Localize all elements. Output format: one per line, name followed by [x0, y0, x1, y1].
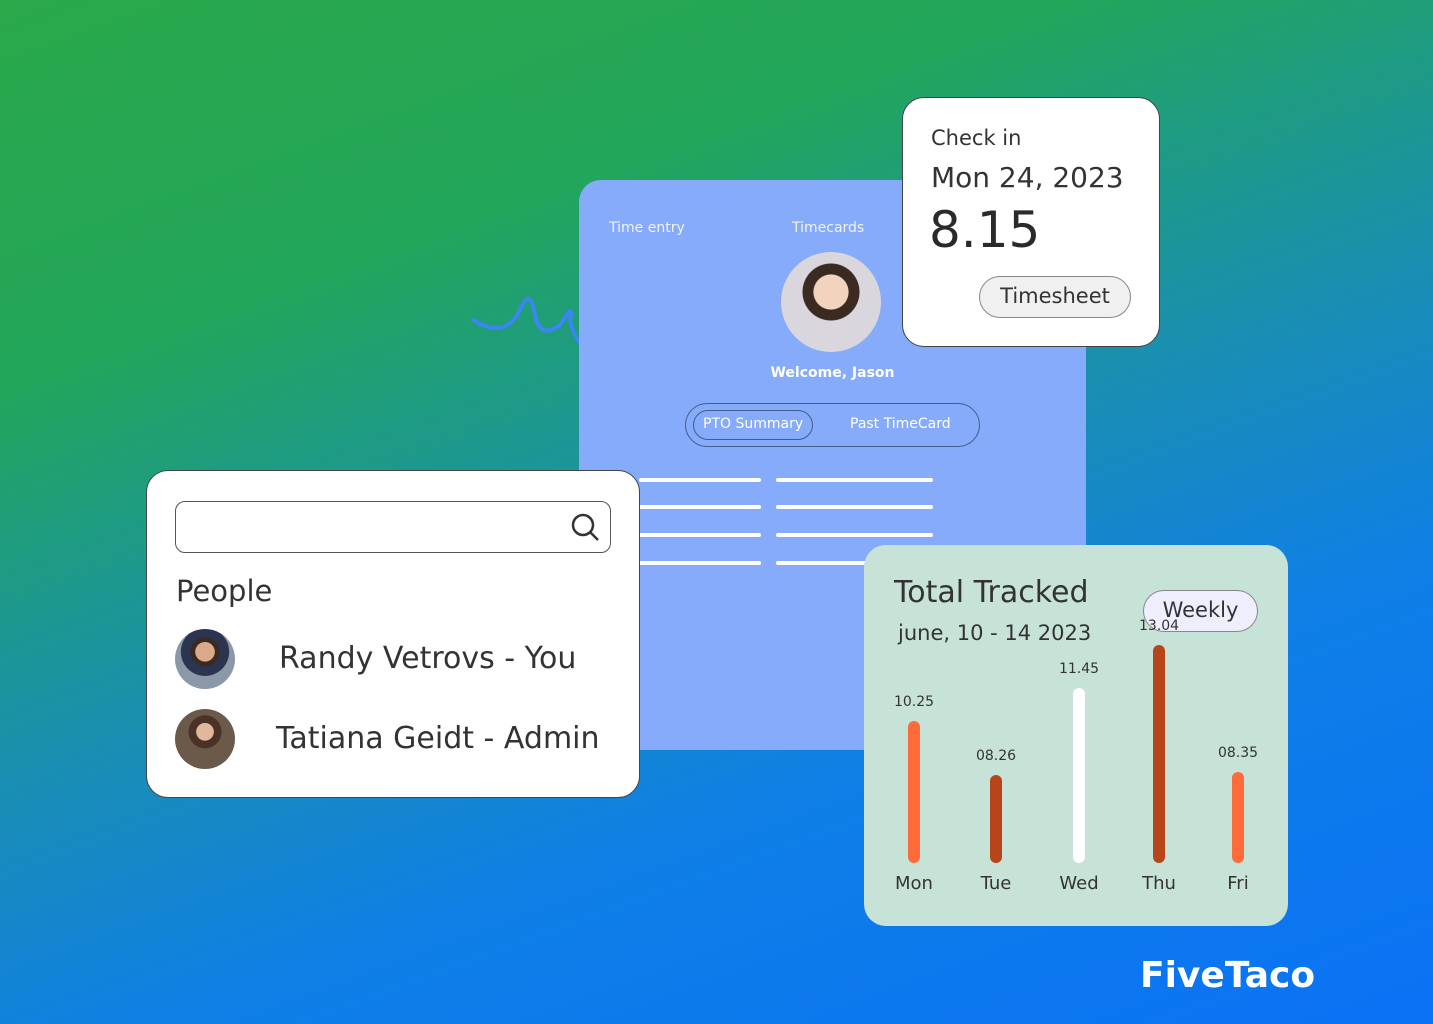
placeholder-line: [639, 478, 761, 482]
check-in-card: Check in Mon 24, 2023 8.15 Timesheet: [902, 97, 1160, 347]
avatar: [175, 629, 235, 689]
bar-thu: [1153, 645, 1165, 863]
bar-wed: [1073, 688, 1085, 863]
welcome-text: Welcome, Jason: [770, 365, 895, 381]
list-item[interactable]: Tatiana Geidt - Admin: [175, 709, 615, 771]
placeholder-line: [776, 478, 933, 482]
bar-fri: [1232, 772, 1244, 863]
day-label: Thu: [1142, 873, 1176, 894]
placeholder-line: [776, 505, 933, 509]
avatar: [175, 709, 235, 769]
list-item[interactable]: Randy Vetrovs - You: [175, 629, 615, 691]
placeholder-line: [639, 505, 761, 509]
segmented-control: PTO Summary Past TimeCard: [685, 403, 980, 447]
tracked-date-range: june, 10 - 14 2023: [898, 621, 1092, 645]
bar-value-label: 10.25: [893, 693, 935, 710]
day-label: Fri: [1227, 873, 1249, 894]
bar-value-label: 08.26: [975, 747, 1017, 764]
past-timecard-button[interactable]: Past TimeCard: [850, 416, 951, 432]
people-card: People Randy Vetrovs - You Tatiana Geidt…: [146, 470, 640, 798]
avatar: [781, 252, 881, 352]
tab-time-entry[interactable]: Time entry: [609, 220, 685, 236]
pto-summary-button[interactable]: PTO Summary: [693, 410, 814, 440]
people-heading: People: [176, 574, 273, 608]
day-label: Mon: [895, 873, 933, 894]
check-in-hours: 8.15: [929, 201, 1041, 259]
tab-timecards[interactable]: Timecards: [792, 220, 864, 236]
timesheet-button[interactable]: Timesheet: [979, 276, 1131, 318]
placeholder-line: [639, 533, 761, 537]
bar-mon: [908, 720, 920, 863]
person-name: Randy Vetrovs - You: [279, 641, 577, 676]
bar-value-label: 11.45: [1058, 661, 1100, 678]
day-label: Wed: [1059, 873, 1099, 894]
check-in-date: Mon 24, 2023: [931, 161, 1124, 194]
bar-tue: [990, 774, 1002, 863]
search-input[interactable]: [175, 501, 611, 553]
check-in-label: Check in: [931, 126, 1022, 150]
tracked-title: Total Tracked: [894, 575, 1089, 610]
day-label: Tue: [980, 873, 1012, 894]
total-tracked-card: Total Tracked june, 10 - 14 2023 Weekly …: [864, 545, 1288, 926]
placeholder-line: [639, 561, 761, 565]
bar-value-label: 13.04: [1138, 618, 1180, 635]
person-name: Tatiana Geidt - Admin: [276, 721, 600, 756]
fivetaco-logo: FiveTaco: [1140, 955, 1316, 996]
search-icon[interactable]: [570, 512, 600, 542]
bar-value-label: 08.35: [1217, 745, 1259, 762]
placeholder-line: [776, 533, 933, 537]
